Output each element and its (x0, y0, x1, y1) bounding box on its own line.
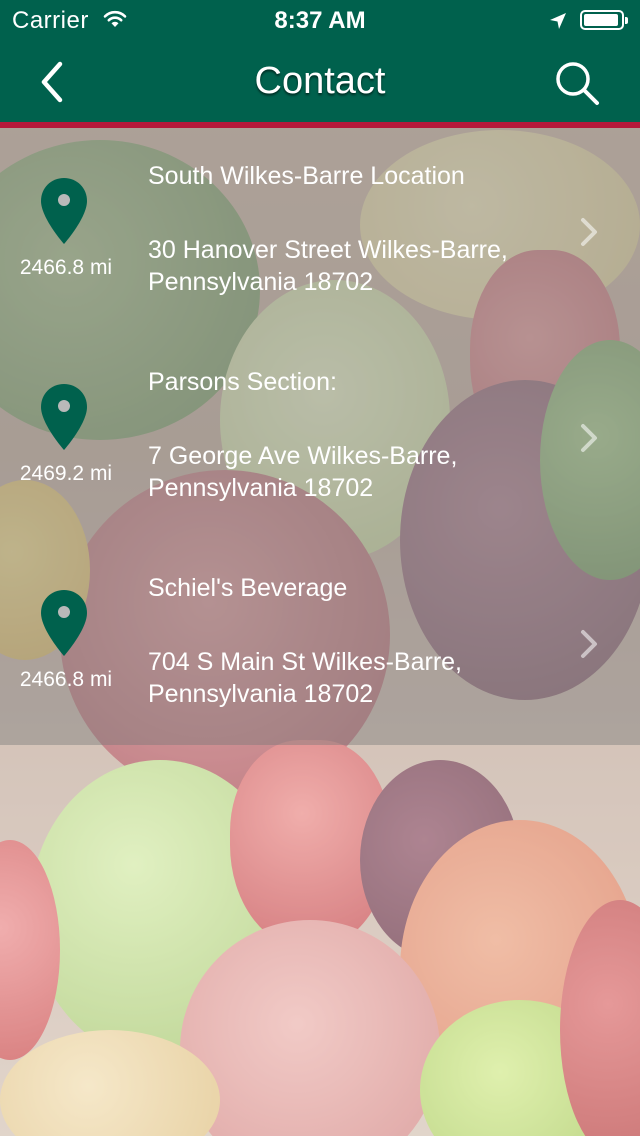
nav-bar: Contact (0, 40, 640, 122)
battery-level (584, 14, 619, 26)
battery-icon (580, 10, 628, 30)
map-pin-icon (41, 384, 87, 450)
chevron-right-icon (581, 424, 597, 452)
search-icon (556, 62, 599, 105)
location-address: 7 George Ave Wilkes-Barre, Pennsylvania … (148, 442, 458, 502)
location-arrow-icon (550, 13, 566, 29)
location-name: Parsons Section: (148, 368, 337, 396)
back-button[interactable] (30, 58, 74, 106)
distance-label: 2466.8 mi (19, 256, 113, 279)
status-bar: Carrier 8:37 AM (0, 0, 640, 40)
location-name: Schiel's Beverage (148, 574, 348, 602)
location-row-1[interactable]: 2466.8 mi South Wilkes-Barre Location 30… (0, 128, 640, 334)
location-name: South Wilkes-Barre Location (148, 162, 465, 190)
map-pin-icon (41, 590, 87, 656)
chevron-left-icon (41, 61, 63, 103)
chevron-right-icon (581, 630, 597, 658)
location-address: 704 S Main St Wilkes-Barre, Pennsylvania… (148, 648, 462, 708)
distance-label: 2466.8 mi (19, 668, 113, 691)
clock: 8:37 AM (274, 7, 366, 34)
map-pin-icon (41, 178, 87, 244)
header: Carrier 8:37 AM Contact (0, 0, 640, 122)
search-button[interactable] (552, 58, 602, 108)
distance-label: 2469.2 mi (19, 462, 113, 485)
location-address: 30 Hanover Street Wilkes-Barre, Pennsylv… (148, 236, 508, 296)
location-row-3[interactable]: 2466.8 mi Schiel's Beverage 704 S Main S… (0, 540, 640, 746)
chevron-right-icon (581, 218, 597, 246)
location-list: 2466.8 mi South Wilkes-Barre Location 30… (0, 128, 640, 745)
location-row-2[interactable]: 2469.2 mi Parsons Section: 7 George Ave … (0, 334, 640, 540)
page-title: Contact (254, 60, 386, 102)
